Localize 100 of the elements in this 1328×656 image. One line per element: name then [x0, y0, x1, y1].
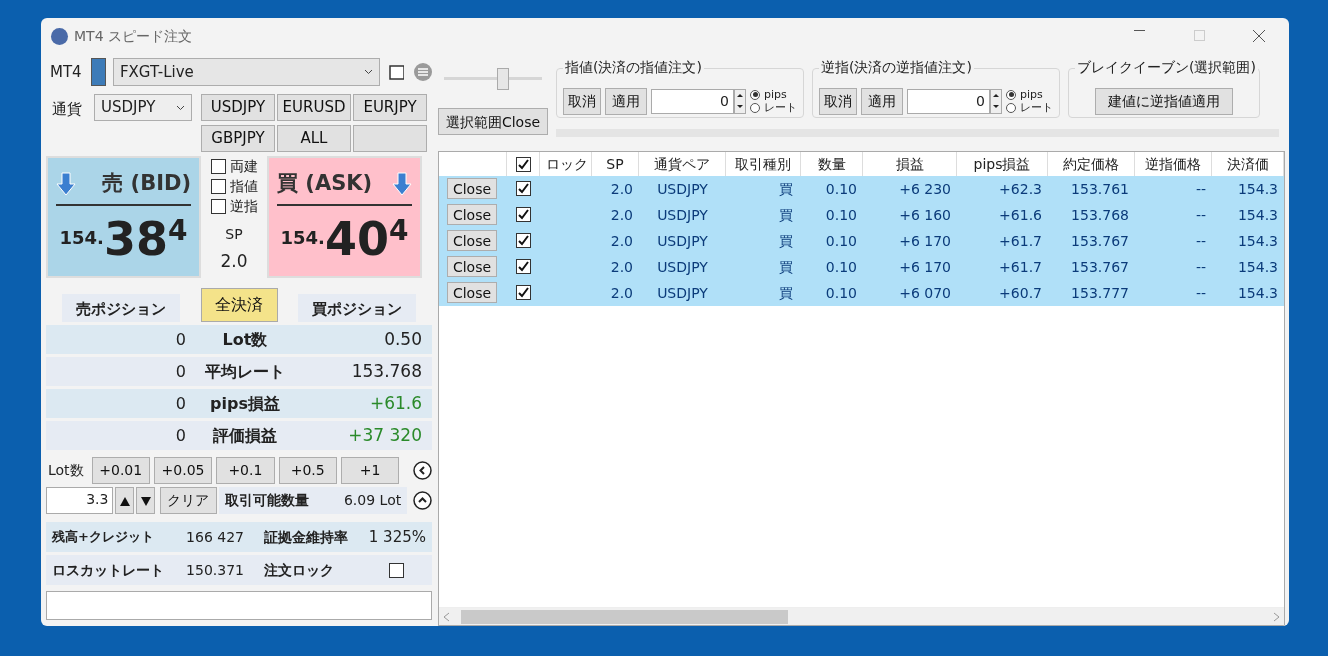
close-button[interactable]: Close: [447, 282, 497, 304]
table-row[interactable]: Close 2.0 USDJPY 買 0.10 +6 170 +61.7 153.767 -- 154.3: [439, 228, 1284, 254]
table-cell-text: 0.10: [824, 231, 858, 251]
buy-position-label: 買ポジション: [298, 293, 416, 322]
table-cell-text: --: [1194, 205, 1207, 225]
slider-thumb[interactable]: [496, 68, 509, 90]
buy-value: 153.768: [350, 359, 423, 383]
option-label: 指値: [229, 176, 258, 196]
table-row[interactable]: Close 2.0 USDJPY 買 0.10 +6 160 +61.6 153.768 -- 154.3: [439, 202, 1284, 228]
spread-value: 2.0: [220, 250, 248, 273]
close-button[interactable]: Close: [447, 256, 497, 278]
close-button[interactable]: Close: [447, 204, 497, 226]
increment-button[interactable]: +0.5: [278, 456, 337, 484]
apply-button[interactable]: 適用: [604, 87, 647, 115]
losscut-value: 150.371: [185, 560, 244, 580]
checkbox[interactable]: [516, 258, 531, 274]
table-cell-text: +6 230: [898, 179, 952, 199]
close-button[interactable]: Close: [447, 178, 497, 200]
table-cell-text: +61.6: [998, 205, 1043, 225]
table-cell-text: 2.0: [609, 283, 634, 303]
server-dropdown[interactable]: FXGT-Live: [112, 58, 380, 86]
balance-label: 残高+クレジット: [51, 528, 155, 547]
table-cell-text: +61.7: [998, 257, 1043, 277]
arrow-down-icon: [56, 171, 76, 196]
radio-label: pips: [1020, 88, 1043, 101]
spinner-icon[interactable]: [990, 88, 1002, 114]
increment-button[interactable]: +0.05: [153, 456, 213, 484]
table-cell-text: 買: [778, 283, 794, 303]
table-cell-text: USDJPY: [656, 257, 709, 277]
summary-label: pips損益: [209, 392, 281, 415]
chevron-left-icon[interactable]: [413, 460, 433, 480]
checkbox[interactable]: [516, 284, 531, 300]
increment-button[interactable]: +0.1: [216, 456, 275, 484]
table-cell-text: +62.3: [998, 179, 1043, 199]
close-all-button[interactable]: 全決済: [200, 288, 278, 322]
spinner-icon[interactable]: [734, 88, 746, 114]
checkbox[interactable]: [516, 232, 531, 248]
down-button[interactable]: [136, 486, 156, 514]
breakeven-button[interactable]: 建値に逆指値適用: [1095, 87, 1233, 115]
radio-button[interactable]: [1006, 89, 1016, 100]
checkbox[interactable]: [516, 206, 531, 222]
checkbox[interactable]: [210, 158, 226, 174]
menu-icon[interactable]: [414, 63, 432, 81]
table-cell-text: 153.767: [1070, 257, 1130, 277]
symbol-button[interactable]: EURJPY: [353, 94, 427, 121]
table-cell-text: 154.3: [1236, 179, 1279, 199]
radio-button[interactable]: [750, 102, 760, 113]
table-cell-text: --: [1194, 179, 1207, 199]
table-cell-text: +6 070: [898, 283, 952, 303]
symbol-button[interactable]: USDJPY: [201, 94, 275, 121]
currency-dropdown[interactable]: USDJPY: [94, 94, 192, 121]
table-cell-text: USDJPY: [656, 283, 709, 303]
table-row[interactable]: Close 2.0 USDJPY 買 0.10 +6 170 +61.7 153.767 -- 154.3: [439, 254, 1284, 280]
table-cell-text: 154.3: [1236, 231, 1279, 251]
table-cell-text: 2.0: [609, 231, 634, 251]
table-cell-text: 153.767: [1070, 231, 1130, 251]
checkbox[interactable]: [389, 562, 404, 578]
group-title: ブレイクイーブン(選択範囲): [1075, 59, 1258, 76]
checkbox[interactable]: [210, 178, 226, 194]
option-label: 逆指: [229, 196, 258, 216]
close-button[interactable]: Close: [447, 230, 497, 252]
cancel-button[interactable]: 取消: [819, 87, 857, 115]
apply-button[interactable]: 適用: [860, 87, 903, 115]
buy-value: 0.50: [383, 327, 423, 351]
window-icon[interactable]: [388, 64, 405, 80]
close-selected-button[interactable]: 選択範囲Close: [438, 108, 548, 135]
symbol-button[interactable]: EURUSD: [277, 94, 351, 121]
app-logo-icon: [51, 27, 68, 45]
table-row[interactable]: Close 2.0 USDJPY 買 0.10 +6 070 +60.7 153.777 -- 154.3: [439, 280, 1284, 306]
checkbox[interactable]: [516, 180, 531, 196]
radio-button[interactable]: [1006, 102, 1016, 113]
checkbox[interactable]: [515, 156, 531, 172]
price-label: 買 (ASK): [277, 170, 373, 197]
symbol-button[interactable]: ALL: [277, 125, 351, 152]
increment-button[interactable]: +1: [340, 456, 400, 484]
chevron-down-icon: [176, 104, 185, 111]
lot-input[interactable]: 3.3: [46, 486, 114, 514]
clear-button[interactable]: クリア: [160, 486, 217, 514]
radio-button[interactable]: [750, 89, 760, 100]
checkbox[interactable]: [210, 198, 226, 214]
table-cell-text: +60.7: [998, 283, 1043, 303]
sell-value: 0: [174, 392, 186, 415]
lock-label: 注文ロック: [264, 560, 335, 580]
chevron-up-icon[interactable]: [413, 490, 433, 510]
table-cell-text: 154.3: [1236, 283, 1279, 303]
option-label: 両建: [229, 156, 258, 176]
cancel-button[interactable]: 取消: [563, 87, 601, 115]
table-row[interactable]: Close 2.0 USDJPY 買 0.10 +6 230 +62.3 153.761 -- 154.3: [439, 176, 1284, 202]
increment-button[interactable]: +0.01: [91, 456, 150, 484]
up-button[interactable]: [115, 486, 135, 514]
triangle-down-icon: [140, 496, 151, 506]
sell-value: 0: [174, 328, 186, 351]
number-field[interactable]: 0: [906, 88, 990, 114]
message-field[interactable]: [46, 591, 432, 620]
number-field[interactable]: 0: [650, 88, 734, 114]
radio-label: レート: [764, 101, 797, 114]
table-cell-text: 2.0: [609, 257, 634, 277]
symbol-button[interactable]: GBPJPY: [201, 125, 275, 152]
losscut-label: ロスカットレート: [51, 560, 164, 580]
buy-value: +61.6: [368, 391, 423, 415]
